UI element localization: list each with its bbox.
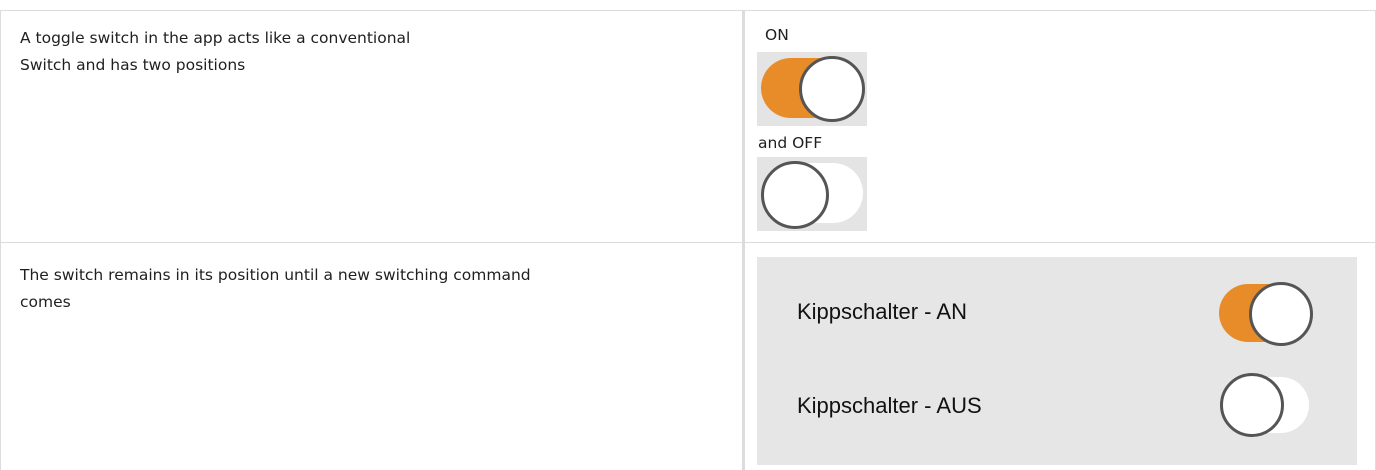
off-label: and OFF [758,134,823,152]
row1-description: A toggle switch in the app acts like a c… [20,29,411,74]
toggle-off-example[interactable] [757,157,867,231]
toggle-item-off-label: Kippschalter - AUS [797,393,982,418]
toggle-on-knob [799,56,865,122]
table-border-left [0,10,1,470]
row2-description: The switch remains in its position until… [20,266,531,311]
panel-toggle-on-knob [1249,282,1313,346]
toggle-off-knob [761,161,829,229]
toggle-on-example[interactable] [757,52,867,126]
table-column-divider [742,10,745,470]
content-table: A toggle switch in the app acts like a c… [0,0,1376,470]
table-border-middle [0,242,1376,243]
switch-preview-panel: Kippschalter - AN Kippschalter - AUS [757,257,1357,465]
on-label: ON [765,26,789,44]
toggle-item-on-label: Kippschalter - AN [797,299,967,324]
table-border-top [0,10,1376,11]
panel-toggle-off-knob [1220,373,1284,437]
